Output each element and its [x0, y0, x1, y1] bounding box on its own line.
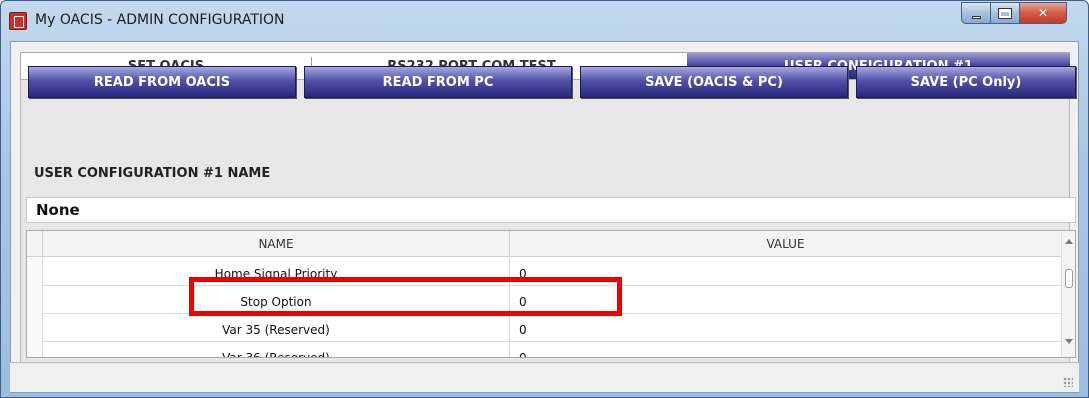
- resize-grip-icon[interactable]: [1063, 377, 1073, 387]
- maximize-button[interactable]: [990, 2, 1020, 24]
- row-selector[interactable]: [27, 314, 43, 342]
- app-icon: [9, 12, 27, 30]
- save-oacis-pc-button[interactable]: SAVE (OACIS & PC): [580, 66, 848, 98]
- read-from-oacis-button[interactable]: READ FROM OACIS: [28, 66, 296, 98]
- status-bar: [10, 362, 1079, 392]
- row-selector[interactable]: [27, 342, 43, 357]
- row-selector[interactable]: [27, 286, 43, 314]
- row-name: Var 35 (Reserved): [43, 314, 510, 342]
- title-bar[interactable]: My OACIS - ADMIN CONFIGURATION ✕: [1, 1, 1088, 41]
- scroll-thumb[interactable]: [1065, 269, 1073, 288]
- row-selector[interactable]: [27, 258, 43, 286]
- row-value[interactable]: 0: [519, 314, 1049, 342]
- column-header-value[interactable]: VALUE: [510, 231, 1061, 257]
- column-header-name[interactable]: NAME: [43, 231, 510, 257]
- row-value[interactable]: 0: [519, 342, 1049, 357]
- main-window: My OACIS - ADMIN CONFIGURATION ✕ SET OAC…: [0, 0, 1089, 398]
- grid-header: NAME VALUE: [27, 231, 1061, 257]
- table-row[interactable]: Var 35 (Reserved) 0: [27, 314, 1061, 342]
- grid-header-selector[interactable]: [27, 231, 43, 257]
- config-name-label: USER CONFIGURATION #1 NAME: [34, 166, 271, 181]
- minimize-icon: [971, 15, 981, 19]
- table-row[interactable]: Var 36 (Reserved) 0: [27, 342, 1061, 357]
- window-title: My OACIS - ADMIN CONFIGURATION: [35, 12, 285, 28]
- close-button[interactable]: ✕: [1019, 2, 1067, 24]
- scroll-up-icon[interactable]: [1065, 239, 1073, 244]
- row-name: Var 36 (Reserved): [43, 342, 510, 357]
- close-icon: ✕: [1037, 6, 1049, 20]
- config-name-field[interactable]: None: [26, 197, 1076, 223]
- vertical-scrollbar[interactable]: [1061, 231, 1075, 357]
- highlight-box: [189, 277, 622, 316]
- read-from-pc-button[interactable]: READ FROM PC: [304, 66, 572, 98]
- minimize-button[interactable]: [961, 2, 991, 24]
- maximize-icon: [998, 7, 1012, 19]
- scroll-down-icon[interactable]: [1065, 339, 1073, 344]
- save-pc-only-button[interactable]: SAVE (PC Only): [856, 66, 1076, 98]
